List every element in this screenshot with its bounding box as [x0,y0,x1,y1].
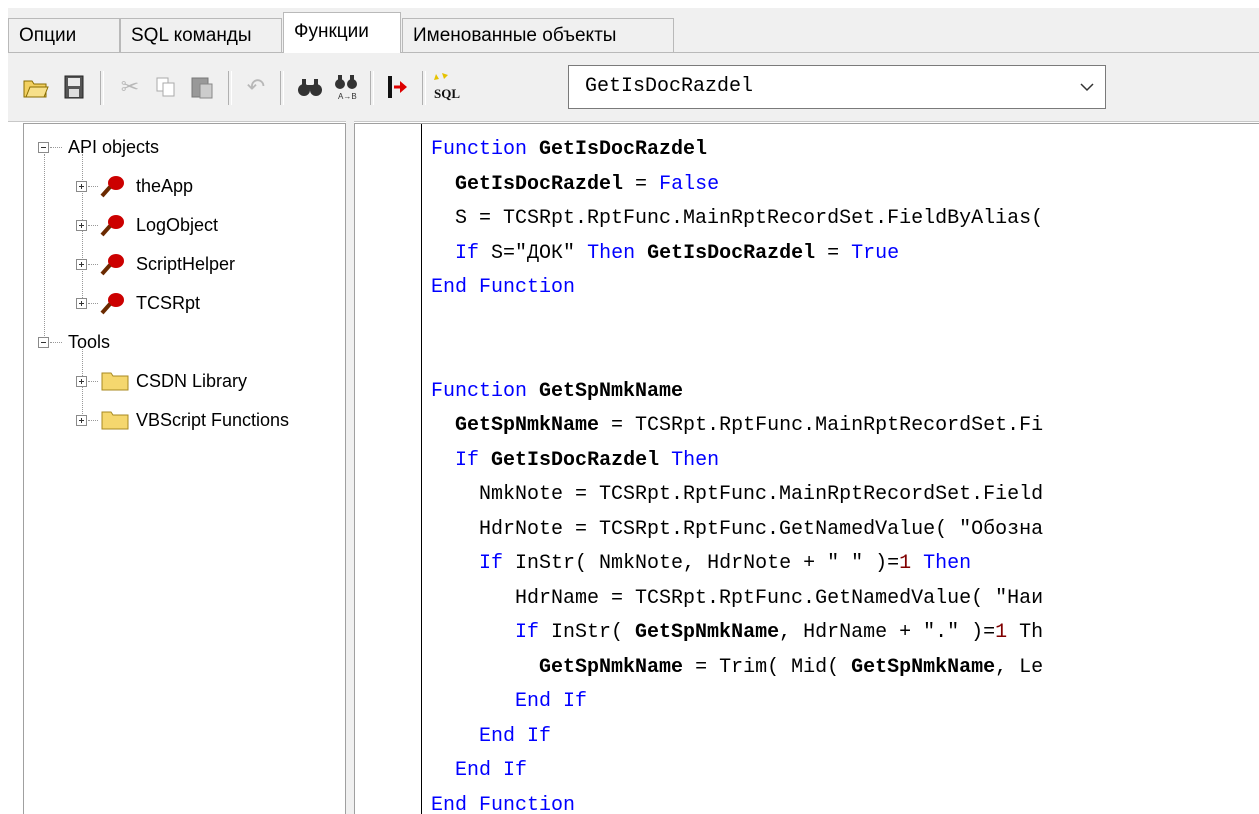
expand-icon[interactable] [76,415,87,426]
toolbar: ✂ ↶ A→B SQL GetIsDocRazdel [8,53,1259,122]
paste-icon[interactable] [188,73,216,101]
code-line: If S="ДОК" Then GetIsDocRazdel = True [455,241,900,265]
tab-functions[interactable]: Функции [283,12,401,53]
object-icon [100,215,124,237]
code-line: End Function [431,276,576,299]
goto-line-icon[interactable] [384,73,412,101]
code-editor[interactable]: Function GetIsDocRazdel GetIsDocRazdel =… [354,123,1259,814]
cut-icon[interactable]: ✂ [116,73,144,101]
find-icon[interactable] [296,73,324,101]
toolbar-separator [100,71,104,105]
code-line: S = TCSRpt.RptFunc.MainRptRecordSet.Fiel… [431,207,1044,230]
expand-icon[interactable] [76,220,87,231]
code-line: Function GetIsDocRazdel [431,138,708,161]
code-line: If InStr( GetSpNmkName, HdrName + "." )=… [515,621,1044,644]
undo-icon[interactable]: ↶ [242,73,270,101]
copy-icon[interactable] [152,73,180,101]
tree-connector [88,303,98,304]
tab-named-objects[interactable]: Именованные объекты [402,18,674,52]
tree-connector [50,342,62,343]
chevron-down-icon [1080,83,1094,92]
tree-node-label: theApp [136,176,194,196]
code-line: End If [515,690,588,713]
code-line: GetSpNmkName = Trim( Mid( GetSpNmkName, … [539,655,1044,679]
collapse-icon[interactable] [38,337,49,348]
object-icon [100,293,124,315]
open-folder-icon[interactable] [22,73,50,101]
tree-connector [88,264,98,265]
sql-icon[interactable]: SQL [432,73,466,101]
api-tree-panel[interactable]: API objects theApp LogObject ScriptHelpe… [23,123,346,814]
toolbar-separator [370,71,374,105]
folder-icon [101,411,129,430]
code-line: GetSpNmkName = TCSRpt.RptFunc.MainRptRec… [455,414,1044,437]
save-icon[interactable] [60,73,88,101]
tree-connector [88,381,98,382]
code-line: End Function [431,793,576,814]
tab-options[interactable]: Опции [8,18,120,52]
object-icon [100,254,124,276]
tab-bar: Опции SQL команды Функции Именованные об… [8,8,1259,53]
code-line: End If [455,759,528,782]
expand-icon[interactable] [76,298,87,309]
code-line: HdrNote = TCSRpt.RptFunc.GetNamedValue( … [431,517,1044,541]
code-line: If InStr( NmkNote, HdrNote + " " )=1 The… [479,552,972,575]
tree-node-label: ScriptHelper [136,254,236,274]
tree-node-label: TCSRpt [136,293,201,313]
tree-connector [88,186,98,187]
function-select[interactable]: GetIsDocRazdel [568,65,1106,109]
collapse-icon[interactable] [38,142,49,153]
tree-connector [88,420,98,421]
svg-text:A→B: A→B [338,92,357,101]
object-icon [100,176,124,198]
code-line: If GetIsDocRazdel Then [455,448,720,472]
tab-sql-commands[interactable]: SQL команды [120,18,282,52]
tree-connector [50,147,62,148]
replace-icon[interactable]: A→B [332,73,360,101]
tree-node-label: LogObject [136,215,219,235]
function-select-value: GetIsDocRazdel [585,75,754,98]
tree-node-label: VBScript Functions [136,410,290,430]
panel-splitter[interactable] [346,121,354,814]
folder-icon [101,372,129,391]
code-line: Function GetSpNmkName [431,379,684,403]
expand-icon[interactable] [76,181,87,192]
toolbar-separator [280,71,284,105]
code-line: GetIsDocRazdel = False [455,172,720,196]
tree-node-label: API objects [68,137,160,157]
expand-icon[interactable] [76,376,87,387]
tree-node-label: Tools [68,332,111,352]
tree-node-label: CSDN Library [136,371,248,391]
tree-connector [88,225,98,226]
code-text[interactable]: Function GetIsDocRazdel GetIsDocRazdel =… [431,133,1043,814]
code-line: HdrName = TCSRpt.RptFunc.GetNamedValue( … [431,586,1044,610]
svg-text:SQL: SQL [434,86,460,101]
tree-connector [44,154,45,344]
editor-gutter [355,124,422,814]
toolbar-separator [422,71,426,105]
code-line: End If [479,724,552,748]
code-line: NmkNote = TCSRpt.RptFunc.MainRptRecordSe… [431,483,1044,506]
toolbar-separator [228,71,232,105]
expand-icon[interactable] [76,259,87,270]
